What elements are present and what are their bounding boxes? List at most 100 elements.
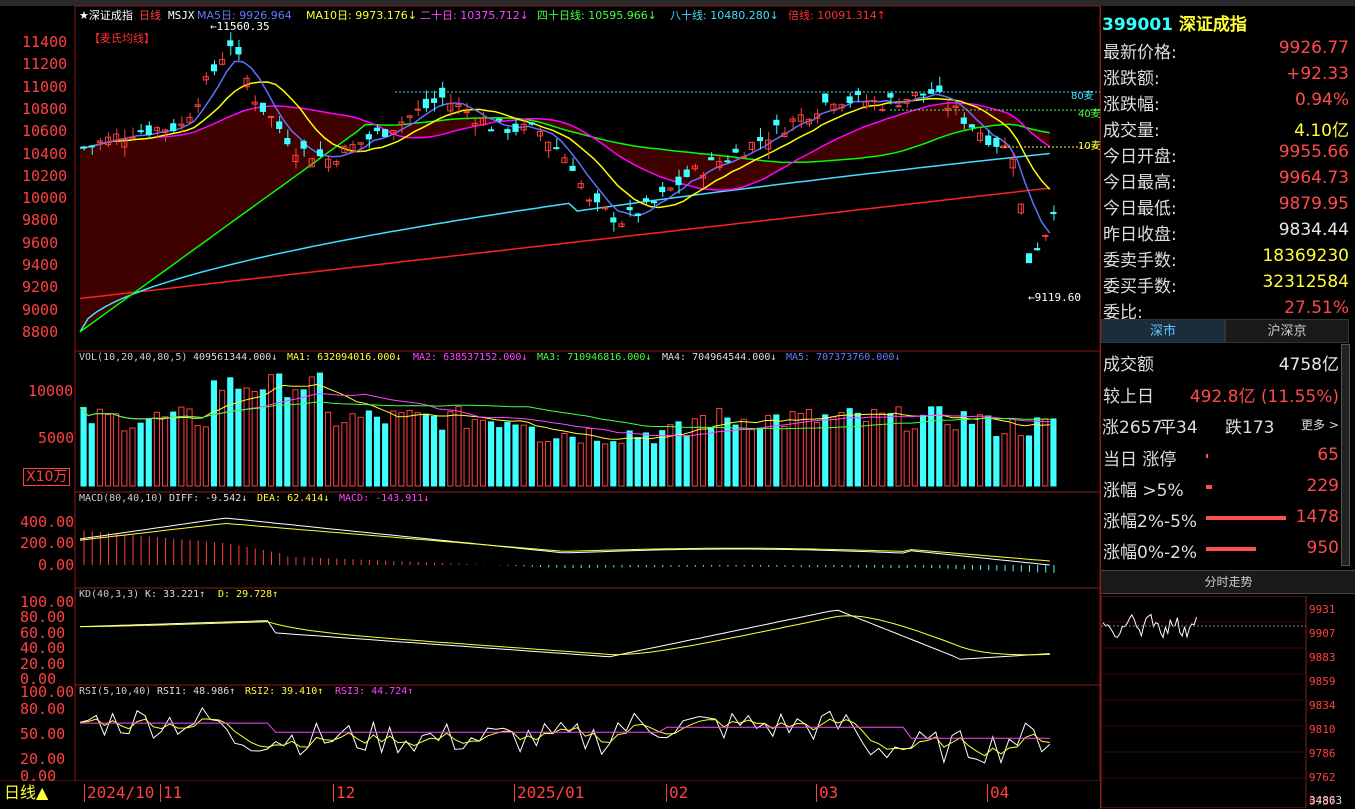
volume-bar	[545, 441, 552, 487]
breadth-bar	[1206, 485, 1213, 489]
volume-bar	[520, 424, 527, 487]
candle-body	[333, 161, 340, 165]
volume-bar	[708, 427, 715, 487]
candle-body	[610, 217, 617, 223]
quote-label: 成交量:	[1103, 121, 1160, 141]
candle-body	[1042, 234, 1049, 237]
quote-value: 9834.44	[1278, 220, 1349, 240]
price-tick-9800: 9800	[22, 211, 59, 230]
candle-body	[740, 156, 747, 159]
quote-label: 昨日收盘:	[1103, 225, 1177, 245]
quote-label: 委买手数:	[1103, 277, 1177, 297]
macd-dea-line	[79, 522, 1050, 562]
candle-body	[895, 105, 902, 108]
candle-body	[455, 104, 462, 108]
time-tick-4: 02	[666, 784, 688, 802]
compare-value: 492.8亿 (11.55%)	[1189, 387, 1339, 407]
kd-tick-1: 80.00	[20, 608, 66, 627]
ma10-tag: 10麦	[1078, 141, 1101, 152]
chart-title: ★深证成指	[79, 9, 133, 22]
price-tick-10800: 10800	[22, 99, 68, 118]
volume-bar	[593, 440, 601, 487]
candle-body	[137, 130, 144, 133]
candle-body	[1034, 248, 1041, 251]
kd-k-line	[79, 609, 1050, 660]
compare-row: 较上日 492.8亿 (11.55%)	[1101, 379, 1349, 407]
breadth-row-0: 当日 涨停 65	[1101, 442, 1349, 470]
volume-bar	[1001, 433, 1008, 487]
candle-body	[651, 201, 658, 204]
intraday-tick-2: 9883	[1309, 651, 1336, 664]
vol-ma4: MA4: 704964544.000↓	[662, 352, 777, 363]
quote-row-10: 委比: 27.51%	[1101, 295, 1349, 323]
tab-shenzhen[interactable]: 深市	[1101, 319, 1225, 343]
volume-bar	[854, 412, 861, 487]
candle-body	[634, 213, 641, 217]
vol-unit: X10万	[23, 468, 71, 486]
volume-bar	[626, 430, 633, 487]
price-tick-10400: 10400	[22, 144, 68, 163]
price-tick-9200: 9200	[22, 278, 59, 297]
volume-bar	[373, 416, 381, 487]
price-tick-11400: 11400	[22, 33, 68, 51]
candle-body	[496, 118, 503, 121]
volume-bar	[985, 415, 992, 487]
price-tick-11000: 11000	[22, 77, 68, 96]
quote-label: 涨跌额:	[1103, 69, 1160, 89]
intraday-title[interactable]: 分时走势	[1101, 570, 1355, 594]
vol-axis-5000: 5000	[38, 429, 75, 447]
quote-value: 9926.77	[1278, 38, 1349, 58]
volume-bar	[129, 427, 136, 487]
volume-bar	[610, 441, 617, 487]
volume-bar	[716, 408, 723, 487]
period-switch-button[interactable]: 日线▲	[4, 784, 48, 802]
candle-body	[985, 135, 992, 146]
volume-bar	[675, 421, 682, 487]
candle-body	[569, 165, 576, 171]
volume-bar	[1050, 418, 1057, 487]
macd-title: MACD(80,40,10)	[79, 493, 164, 504]
vol-ma3: MA3: 710946816.000↓	[537, 352, 652, 363]
candle-body	[414, 108, 421, 111]
time-tick-3: 2025/01	[514, 784, 584, 802]
vol-ma5: MA5: 707373760.000↓	[786, 352, 901, 363]
volume-bar	[365, 410, 372, 487]
volume-bar	[316, 372, 324, 487]
stock-name: 深证成指	[1178, 15, 1247, 35]
volume-bar	[153, 411, 161, 487]
quote-value: 0.94%	[1294, 90, 1349, 110]
candle-body	[756, 137, 764, 142]
price-tick-11200: 11200	[22, 55, 68, 74]
breadth-label: 涨幅0%-2%	[1103, 543, 1198, 563]
panel-scrollbar[interactable]	[1341, 344, 1350, 566]
macd-axis-200: 200.00	[20, 534, 75, 552]
kline-chart-area[interactable]	[0, 0, 1100, 781]
quote-row-7: 昨日收盘: 9834.44	[1101, 217, 1349, 245]
volume-bar	[284, 397, 291, 487]
more-link[interactable]: 更多 >	[1301, 416, 1339, 433]
tab-all-markets[interactable]: 沪深京	[1225, 319, 1349, 343]
volume-bar	[618, 442, 625, 487]
candle-body	[993, 137, 1000, 147]
volume-bar	[651, 443, 658, 487]
candle-body	[316, 149, 324, 157]
price-tick-10000: 10000	[22, 189, 68, 208]
volume-bar	[936, 406, 943, 487]
price-tick-9400: 9400	[22, 256, 59, 274]
quote-row-1: 涨跌额: +92.33	[1101, 61, 1349, 89]
breadth-bar	[1206, 516, 1286, 520]
candle-body	[659, 186, 666, 193]
rsi-line-2	[79, 718, 1050, 757]
ma-band-fill	[80, 102, 1050, 332]
volume-bar	[911, 428, 918, 487]
breadth-bar	[1206, 454, 1208, 458]
candle-body	[675, 176, 682, 186]
volume-bar	[170, 411, 177, 487]
volume-bar	[536, 441, 544, 487]
candle-body	[846, 96, 853, 104]
macd-diff: DIFF: -9.542↓	[169, 493, 248, 504]
ma20-readout: 二十日: 10375.712↓	[420, 9, 529, 22]
macd-value: MACD: -143.911↓	[339, 493, 430, 504]
volume-bar	[585, 428, 592, 487]
quote-row-9: 委买手数: 32312584	[1101, 269, 1349, 297]
